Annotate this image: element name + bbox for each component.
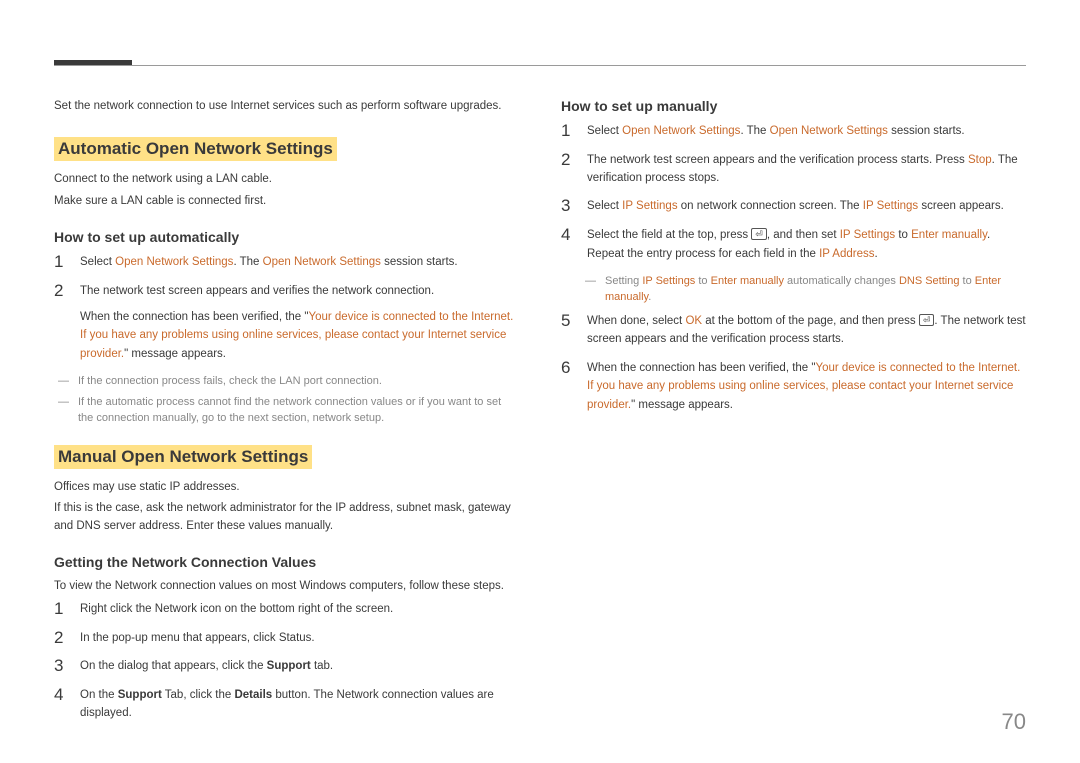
chapter-mark <box>54 60 132 65</box>
step-number: 2 <box>54 629 66 648</box>
top-horizontal-rule <box>54 65 1026 66</box>
list-item: 2 The network test screen appears and ve… <box>54 282 519 364</box>
step-text: " message appears. <box>124 348 226 360</box>
list-item: 3 Select IP Settings on network connecti… <box>561 197 1026 216</box>
step-text: The network test screen appears and veri… <box>80 282 519 300</box>
step-number: 2 <box>561 151 573 170</box>
list-item: 1 Select Open Network Settings. The Open… <box>54 253 519 272</box>
step-text: Select <box>80 256 115 268</box>
note-fragment: . <box>648 291 651 303</box>
step-text: . The <box>740 125 769 137</box>
step-text: screen appears. <box>918 200 1004 212</box>
list-item: 5 When done, select OK at the bottom of … <box>561 312 1026 349</box>
sub-heading-setup-manual: How to set up manually <box>561 98 1026 114</box>
step-text: tab. <box>311 660 333 672</box>
list-item: 6 When the connection has been verified,… <box>561 359 1026 414</box>
ui-term: Open Network Settings <box>770 125 888 137</box>
step-text: on network connection screen. The <box>678 200 863 212</box>
step-number: 6 <box>561 359 573 378</box>
paragraph: Offices may use static IP addresses. <box>54 479 519 497</box>
steps-list-auto: 1 Select Open Network Settings. The Open… <box>54 253 519 363</box>
step-text: , and then set <box>767 229 840 241</box>
step-number: 3 <box>561 197 573 216</box>
step-text: session starts. <box>888 125 965 137</box>
paragraph: To view the Network connection values on… <box>54 578 519 596</box>
page-number: 70 <box>1002 709 1026 735</box>
step-text: On the <box>80 689 118 701</box>
paragraph: Connect to the network using a LAN cable… <box>54 171 519 189</box>
step-number: 4 <box>54 686 66 705</box>
note-fragment: to <box>695 275 710 287</box>
step-number: 4 <box>561 226 573 245</box>
note-fragment: Setting <box>605 275 642 287</box>
step-text: Tab, click the <box>162 689 235 701</box>
sub-heading-get-values: Getting the Network Connection Values <box>54 554 519 570</box>
ui-term: Support <box>267 660 311 672</box>
step-text: When done, select <box>587 315 685 327</box>
list-item: 2 The network test screen appears and th… <box>561 151 1026 188</box>
step-text: On the dialog that appears, click the <box>80 660 267 672</box>
step-text: In the pop-up menu that appears, click S… <box>80 629 519 647</box>
step-text: When the connection has been verified, t… <box>587 362 815 374</box>
step-text: to <box>895 229 911 241</box>
list-item: 1 Select Open Network Settings. The Open… <box>561 122 1026 141</box>
step-text: session starts. <box>381 256 458 268</box>
steps-list-manual: 1 Select Open Network Settings. The Open… <box>561 122 1026 263</box>
step-text: Select <box>587 125 622 137</box>
enter-icon: ⏎ <box>919 314 935 326</box>
enter-icon: ⏎ <box>751 228 767 240</box>
ui-term: Details <box>234 689 272 701</box>
paragraph: Make sure a LAN cable is connected first… <box>54 193 519 211</box>
step-number: 1 <box>54 253 66 272</box>
ui-term: IP Settings <box>840 229 895 241</box>
ui-term: IP Settings <box>863 200 918 212</box>
two-column-layout: Set the network connection to use Intern… <box>54 62 1026 733</box>
ui-term: Open Network Settings <box>622 125 740 137</box>
step-text: " message appears. <box>631 399 733 411</box>
ui-term: Stop <box>968 154 992 166</box>
ui-term: OK <box>685 315 702 327</box>
ui-term: Enter manually <box>911 229 987 241</box>
step-number: 2 <box>54 282 66 301</box>
list-item: 1 Right click the Network icon on the bo… <box>54 600 519 619</box>
ui-term: DNS Setting <box>899 275 960 287</box>
step-text: at the bottom of the page, and then pres… <box>702 315 919 327</box>
steps-list-get-values: 1 Right click the Network icon on the bo… <box>54 600 519 723</box>
step-text: . The <box>233 256 262 268</box>
step-text: Select the field at the top, press <box>587 229 751 241</box>
note-fragment: automatically changes <box>784 275 899 287</box>
steps-list-manual-cont: 5 When done, select OK at the bottom of … <box>561 312 1026 414</box>
ui-term: IP Settings <box>642 275 695 287</box>
ui-term: IP Address <box>819 248 874 260</box>
paragraph: If this is the case, ask the network adm… <box>54 500 519 536</box>
section-heading-automatic: Automatic Open Network Settings <box>54 137 337 161</box>
note-fragment: to <box>959 275 974 287</box>
list-item: 4 Select the field at the top, press ⏎, … <box>561 226 1026 263</box>
list-item: 3 On the dialog that appears, click the … <box>54 657 519 676</box>
step-text: Select <box>587 200 622 212</box>
ui-term: Support <box>118 689 162 701</box>
step-number: 3 <box>54 657 66 676</box>
step-text: When the connection has been verified, t… <box>80 311 308 323</box>
note-text: Setting IP Settings to Enter manually au… <box>561 273 1026 306</box>
sub-heading-setup-auto: How to set up automatically <box>54 229 519 245</box>
right-column: How to set up manually 1 Select Open Net… <box>561 98 1026 733</box>
left-column: Set the network connection to use Intern… <box>54 98 519 733</box>
section-heading-manual: Manual Open Network Settings <box>54 445 312 469</box>
ui-term: Open Network Settings <box>263 256 381 268</box>
list-item: 2 In the pop-up menu that appears, click… <box>54 629 519 648</box>
ui-term: IP Settings <box>622 200 677 212</box>
ui-term: Open Network Settings <box>115 256 233 268</box>
step-text: The network test screen appears and the … <box>587 154 968 166</box>
note-text: If the connection process fails, check t… <box>54 373 519 390</box>
step-text: . <box>874 248 877 260</box>
note-text: If the automatic process cannot find the… <box>54 394 519 427</box>
step-number: 1 <box>561 122 573 141</box>
step-number: 1 <box>54 600 66 619</box>
intro-text: Set the network connection to use Intern… <box>54 98 519 115</box>
step-number: 5 <box>561 312 573 331</box>
list-item: 4 On the Support Tab, click the Details … <box>54 686 519 723</box>
step-text: Right click the Network icon on the bott… <box>80 600 519 618</box>
ui-term: Enter manually <box>711 275 784 287</box>
